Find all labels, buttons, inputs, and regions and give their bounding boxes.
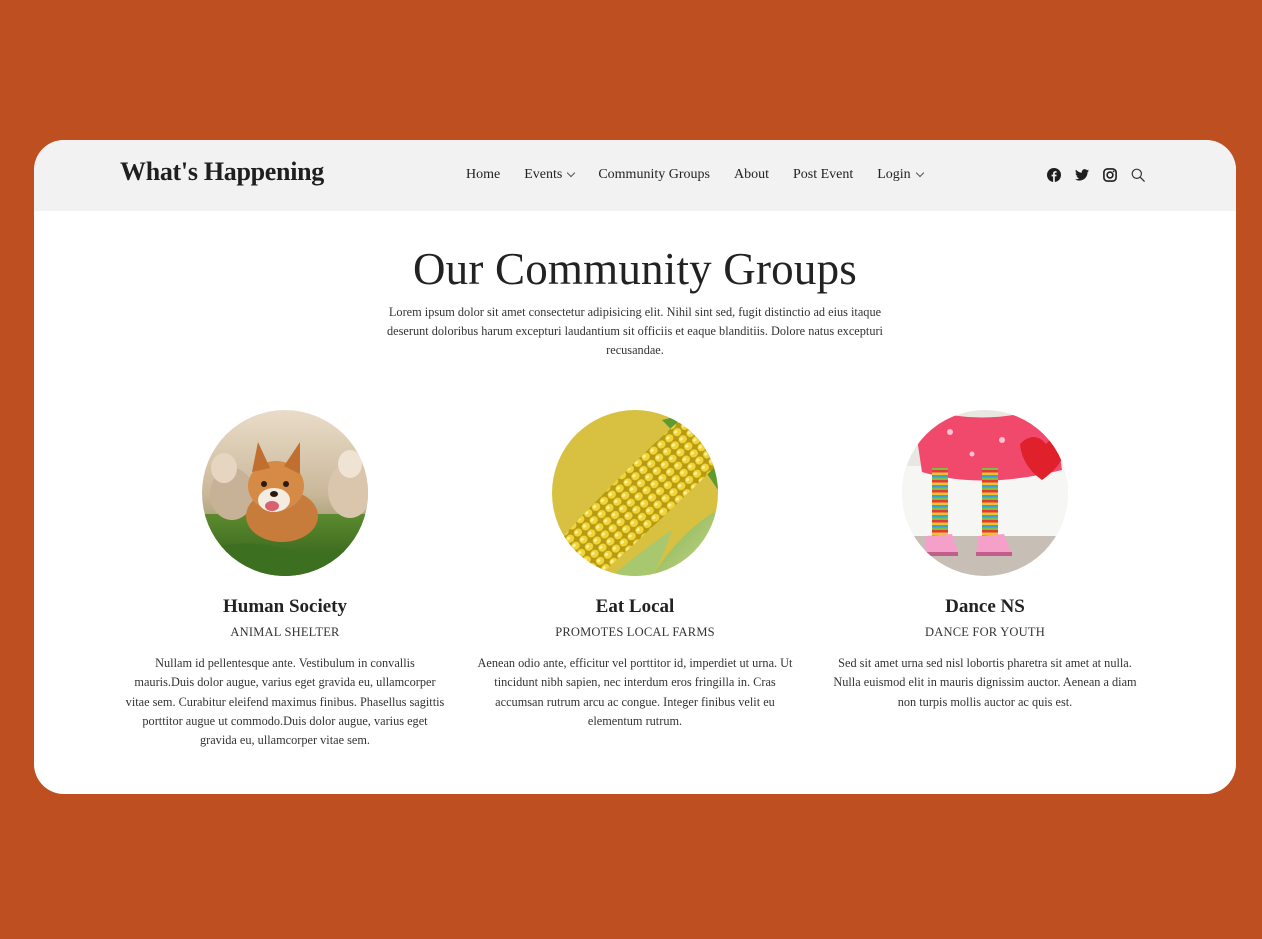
group-card-eat-local: Eat Local PROMOTES LOCAL FARMS Aenean od… — [470, 410, 800, 731]
instagram-icon[interactable] — [1102, 167, 1118, 183]
nav-item-about[interactable]: About — [734, 167, 769, 183]
site-header: What's Happening Home Events Community G… — [34, 140, 1236, 211]
group-card-human-society: Human Society ANIMAL SHELTER Nullam id p… — [120, 410, 450, 750]
nav-item-home[interactable]: Home — [466, 167, 500, 183]
nav-item-login[interactable]: Login — [877, 167, 924, 183]
nav-item-label: Events — [524, 167, 563, 182]
nav-item-community-groups[interactable]: Community Groups — [598, 167, 710, 183]
group-name: Dance NS — [945, 596, 1025, 617]
group-description: Nullam id pellentesque ante. Vestibulum … — [125, 656, 445, 748]
child-dancer-legs-photo — [902, 410, 1068, 576]
group-tag: PROMOTES LOCAL FARMS — [555, 625, 715, 639]
group-card-dance-ns: Dance NS DANCE FOR YOUTH Sed sit amet ur… — [820, 410, 1150, 712]
main-card: What's Happening Home Events Community G… — [34, 140, 1236, 794]
group-tag: ANIMAL SHELTER — [230, 625, 340, 639]
group-description: Sed sit amet urna sed nisl lobortis phar… — [833, 656, 1137, 709]
group-description: Aenean odio ante, efficitur vel porttito… — [477, 656, 793, 728]
corgi-puppies-photo — [202, 410, 368, 576]
twitter-icon[interactable] — [1074, 167, 1090, 183]
nav-item-label: Post Event — [792, 167, 854, 182]
nav-item-label: Community Groups — [598, 167, 710, 182]
chevron-down-icon — [567, 168, 576, 178]
nav-item-label: Login — [877, 167, 911, 182]
group-name: Eat Local — [595, 596, 675, 617]
chevron-down-icon — [915, 168, 924, 178]
intro-text: Lorem ipsum dolor sit amet consectetur a… — [387, 305, 883, 357]
page-title: Our Community Groups — [412, 244, 857, 294]
social-links — [1046, 167, 1146, 183]
group-name: Human Society — [222, 596, 348, 617]
nav-item-events[interactable]: Events — [524, 167, 576, 183]
main-nav: Home Events Community Groups About Post … — [466, 167, 924, 183]
group-tag: DANCE FOR YOUTH — [925, 625, 1045, 639]
corn-cob-photo — [552, 410, 718, 576]
nav-item-post-event[interactable]: Post Event — [793, 167, 853, 183]
facebook-icon[interactable] — [1046, 167, 1062, 183]
nav-item-label: About — [733, 167, 769, 182]
site-logo[interactable]: What's Happening — [120, 157, 324, 187]
search-icon[interactable] — [1130, 167, 1146, 183]
nav-item-label: Home — [466, 167, 501, 182]
